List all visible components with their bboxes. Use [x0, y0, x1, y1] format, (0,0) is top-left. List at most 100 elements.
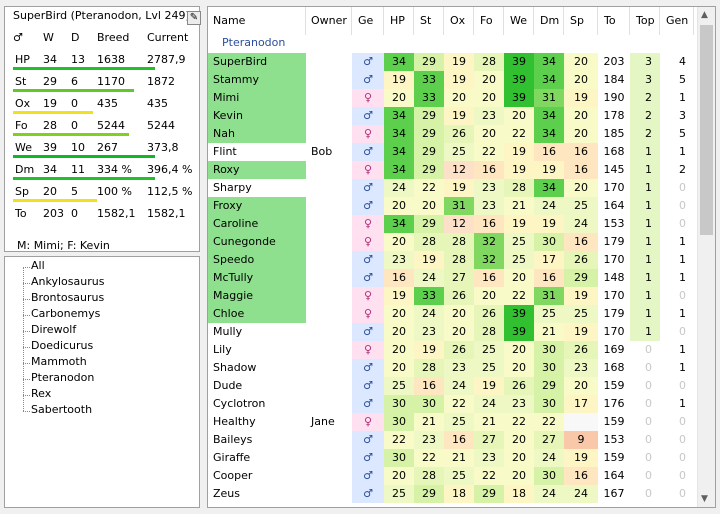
cell-we: 20 [504, 269, 534, 287]
column-header-sp[interactable]: Sp [564, 7, 598, 35]
stat-stat: Dm [15, 163, 35, 176]
table-row[interactable]: Sharpy ♂ 24 22 19 23 28 34 20 170 1 0 [208, 179, 694, 197]
table-row[interactable]: Lily ♀ 20 19 26 25 20 30 26 169 0 1 [208, 341, 694, 359]
tree-item-carbonemys[interactable]: Carbonemys [31, 307, 100, 320]
table-row[interactable]: Speedo ♂ 23 19 28 32 25 17 26 170 1 1 [208, 251, 694, 269]
column-header-to[interactable]: To [598, 7, 630, 35]
table-row[interactable]: Froxy ♂ 20 20 31 23 21 24 25 164 1 0 [208, 197, 694, 215]
cell-top: 1 [630, 233, 660, 251]
column-header-gen[interactable]: Gen [660, 7, 694, 35]
table-row[interactable]: Cyclotron ♂ 30 30 22 24 23 30 17 176 0 1 [208, 395, 694, 413]
column-header-dm[interactable]: Dm [534, 7, 564, 35]
table-row[interactable]: Baileys ♂ 22 23 16 27 20 27 9 153 0 0 [208, 431, 694, 449]
cell-ox: 26 [444, 341, 474, 359]
table-row[interactable]: Caroline ♀ 34 29 12 16 19 19 24 153 1 0 [208, 215, 694, 233]
cell-owner [306, 179, 352, 197]
cell-to: 185 [603, 127, 625, 140]
table-row[interactable]: Dude ♂ 25 16 24 19 26 29 20 159 0 0 [208, 377, 694, 395]
tree-item-pteranodon[interactable]: Pteranodon [31, 371, 94, 384]
cell-to: 176 [603, 397, 625, 410]
column-header-g[interactable]: Ge [352, 7, 384, 35]
table-row[interactable]: McTully ♂ 16 24 27 16 20 16 29 148 1 1 [208, 269, 694, 287]
cell-st: 33 [414, 89, 444, 107]
table-row[interactable]: Cunegonde ♀ 20 28 28 32 25 30 16 179 1 1 [208, 233, 694, 251]
table-row[interactable]: Zeus ♂ 25 29 18 29 18 24 24 167 0 0 [208, 485, 694, 503]
cell-gen: 1 [679, 145, 686, 158]
stat-w: 19 [43, 97, 57, 110]
column-header-label: Name [213, 14, 246, 27]
stats-panel: SuperBird (Pteranodon, Lvl 249) ✎ ♂ W D … [4, 6, 201, 252]
cell-hp: 23 [384, 251, 414, 269]
cell-hp: 34 [384, 53, 414, 71]
cell-to: 203 [603, 55, 625, 68]
cell-sp: 17 [564, 395, 598, 413]
tree-item-doedicurus[interactable]: Doedicurus [31, 339, 93, 352]
scroll-down-icon[interactable]: ▼ [701, 494, 708, 504]
column-header-top[interactable]: Top [630, 7, 660, 35]
column-header-owner[interactable]: Owner [306, 7, 352, 35]
cell-name: Froxy [208, 197, 306, 215]
cell-name: McTully [208, 269, 306, 287]
table-row[interactable]: Kevin ♂ 34 29 19 23 20 34 20 178 2 3 [208, 107, 694, 125]
table-row[interactable]: Chloe ♀ 20 24 20 26 39 25 25 179 1 1 [208, 305, 694, 323]
scroll-thumb[interactable] [700, 25, 713, 235]
table-row[interactable]: Maggie ♀ 19 33 26 20 22 31 19 170 1 0 [208, 287, 694, 305]
pencil-icon[interactable]: ✎ [187, 11, 201, 25]
tree-item-mammoth[interactable]: Mammoth [31, 355, 87, 368]
table-row[interactable]: Shadow ♂ 20 28 23 25 20 30 23 168 0 1 [208, 359, 694, 377]
cell-fo: 23 [474, 179, 504, 197]
stat-w: 34 [43, 53, 57, 66]
cell-owner [306, 485, 352, 503]
column-header-we[interactable]: We [504, 7, 534, 35]
column-header-fo[interactable]: Fo [474, 7, 504, 35]
cell-ox: 19 [444, 107, 474, 125]
tree-item-direwolf[interactable]: Direwolf [31, 323, 76, 336]
table-row[interactable]: Giraffe ♂ 30 22 21 23 20 24 19 159 0 0 [208, 449, 694, 467]
table-row[interactable]: Flint Bob ♂ 34 29 25 22 19 16 16 168 1 1 [208, 143, 694, 161]
cell-gen: 1 [679, 307, 686, 320]
cell-top: 2 [630, 107, 660, 125]
table-row[interactable]: SuperBird ♂ 34 29 19 28 39 34 20 203 3 4 [208, 53, 694, 71]
table-row[interactable]: Cooper ♂ 20 28 25 22 20 30 16 164 0 0 [208, 467, 694, 485]
table-row[interactable]: Healthy Jane ♀ 30 21 25 21 22 22 159 0 0 [208, 413, 694, 431]
cell-ox: 25 [444, 467, 474, 485]
cell-hp: 20 [384, 89, 414, 107]
tree-connector [23, 347, 30, 348]
cell-ox: 20 [444, 305, 474, 323]
column-header-ox[interactable]: Ox [444, 7, 474, 35]
cell-sp: 25 [564, 197, 598, 215]
tree-item-sabertooth[interactable]: Sabertooth [31, 403, 92, 416]
stat-d: 10 [71, 141, 85, 154]
table-row[interactable]: Nah ♀ 34 29 26 20 22 34 20 185 2 5 [208, 125, 694, 143]
stat-breed: 435 [97, 97, 118, 110]
column-header-label: Sp [570, 14, 584, 27]
scroll-up-icon[interactable]: ▲ [701, 10, 708, 20]
cell-g: ♀ [352, 287, 384, 305]
cell-dm: 24 [534, 449, 564, 467]
table-row[interactable]: Mimi ♀ 20 33 20 20 39 31 19 190 2 1 [208, 89, 694, 107]
vertical-scrollbar[interactable]: ▲ ▼ [697, 7, 715, 507]
cell-g: ♂ [352, 377, 384, 395]
cell-top: 0 [645, 361, 652, 374]
column-header-name[interactable]: Name [208, 7, 306, 35]
header-current: Current [147, 31, 189, 44]
cell-name: Shadow [213, 361, 257, 374]
table-row[interactable]: Roxy ♀ 34 29 12 16 19 19 16 145 1 2 [208, 161, 694, 179]
cell-dm: 31 [534, 287, 564, 305]
cell-dm: 27 [534, 431, 564, 449]
cell-sp: 19 [564, 287, 598, 305]
cell-fo: 20 [474, 89, 504, 107]
column-header-hp[interactable]: HP [384, 7, 414, 35]
cell-gen: 0 [679, 217, 686, 230]
tree-item-all[interactable]: All [31, 259, 45, 272]
table-row[interactable]: Stammy ♂ 19 33 19 20 39 34 20 184 3 5 [208, 71, 694, 89]
tree-item-brontosaurus[interactable]: Brontosaurus [31, 291, 104, 304]
cell-st: 30 [414, 395, 444, 413]
column-header-st[interactable]: St [414, 7, 444, 35]
tree-item-ankylosaurus[interactable]: Ankylosaurus [31, 275, 104, 288]
table-row[interactable]: Mully ♂ 20 23 20 28 39 21 19 170 1 0 [208, 323, 694, 341]
tree-item-rex[interactable]: Rex [31, 387, 51, 400]
cell-dm: 31 [534, 89, 564, 107]
cell-we: 19 [504, 215, 534, 233]
cell-fo: 21 [474, 413, 504, 431]
